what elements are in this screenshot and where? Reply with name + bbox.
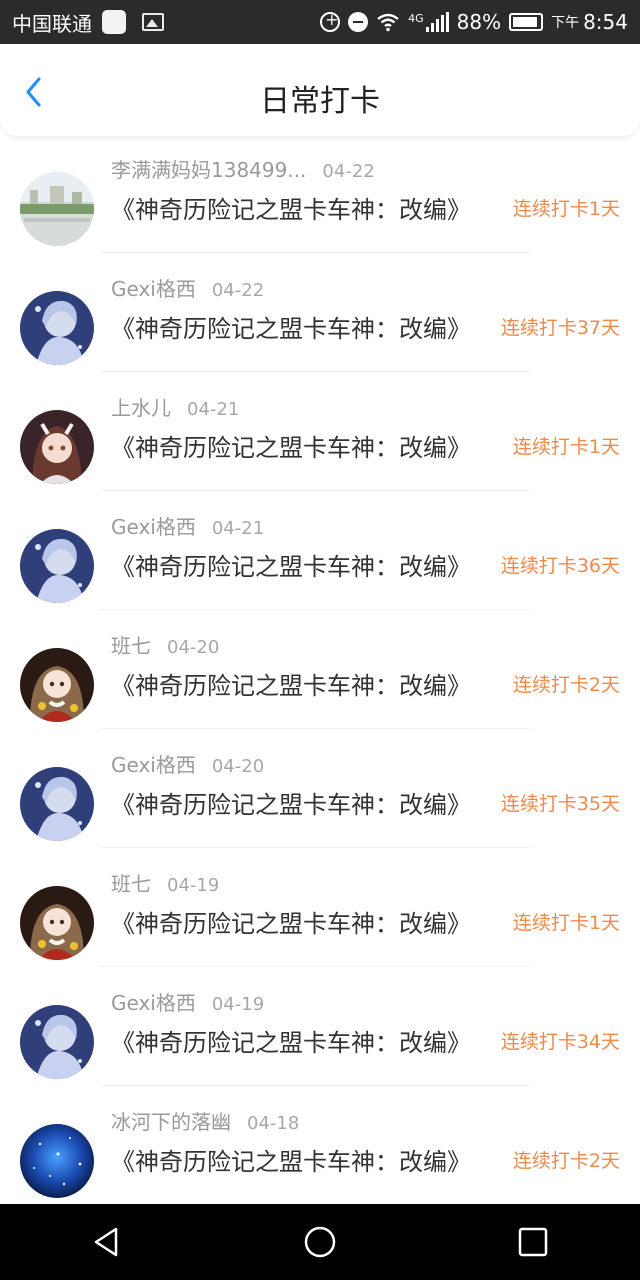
user-name-text: Gexi格西	[111, 753, 196, 777]
status-right: 4G 88% 下午 8:54	[320, 10, 628, 34]
checkin-date: 04-21	[211, 518, 265, 539]
streak-badge: 连续打卡36天	[500, 555, 620, 577]
streak-badge: 连续打卡1天	[512, 436, 620, 458]
avatar[interactable]	[20, 1005, 94, 1079]
checkin-row[interactable]: Gexi格西 04-20 《神奇历险记之盟卡车神：改编》 连续打卡35天	[0, 729, 640, 848]
avatar[interactable]	[20, 172, 94, 246]
checkin-row[interactable]: 班七 04-20 《神奇历险记之盟卡车神：改编》 连续打卡2天	[0, 610, 640, 729]
navigation-bar	[0, 1204, 640, 1280]
streak-badge: 连续打卡2天	[512, 1150, 620, 1172]
checkin-row[interactable]: Gexi格西 04-22 《神奇历险记之盟卡车神：改编》 连续打卡37天	[0, 253, 640, 372]
avatar[interactable]	[20, 529, 94, 603]
user-name: 班七 04-20	[111, 630, 219, 659]
user-name-text: 李满满妈妈138499...	[111, 158, 307, 182]
checkin-title: 《神奇历险记之盟卡车神：改编》	[111, 315, 471, 343]
gallery-notification-icon	[142, 13, 164, 31]
circle-home-icon	[304, 1226, 336, 1258]
user-name-text: Gexi格西	[111, 515, 196, 539]
status-bar: 中国联通 4G 88% 下午 8:54	[0, 0, 640, 44]
streak-badge: 连续打卡37天	[500, 317, 620, 339]
carrier-name: 中国联通	[12, 11, 92, 36]
square-recents-icon	[519, 1227, 548, 1257]
triangle-back-icon	[94, 1227, 117, 1257]
checkin-date: 04-19	[211, 994, 265, 1015]
avatar[interactable]	[20, 648, 94, 722]
user-name-text: 上水儿	[111, 396, 171, 420]
wifi-icon	[377, 13, 399, 32]
app-notification-icon	[102, 10, 126, 34]
status-left: 中国联通	[12, 8, 164, 37]
checkin-title: 《神奇历险记之盟卡车神：改编》	[111, 672, 471, 700]
checkin-date: 04-20	[167, 637, 220, 658]
checkin-date: 04-22	[211, 280, 265, 301]
avatar[interactable]	[20, 291, 94, 365]
checkin-list: 李满满妈妈138499... 04-22 《神奇历险记之盟卡车神：改编》 连续打卡1天…	[0, 136, 640, 1204]
signal-icon	[425, 12, 449, 32]
screen: 中国联通 4G 88% 下午 8:54	[0, 0, 640, 1280]
checkin-title: 《神奇历险记之盟卡车神：改编》	[111, 910, 471, 938]
streak-badge: 连续打卡34天	[500, 1031, 620, 1053]
checkin-date: 04-21	[187, 399, 240, 420]
user-name-text: Gexi格西	[111, 991, 196, 1015]
clock-time: 8:54	[583, 10, 628, 34]
checkin-row[interactable]: 李满满妈妈138499... 04-22 《神奇历险记之盟卡车神：改编》 连续打卡1天	[0, 136, 640, 253]
user-name: Gexi格西 04-20	[111, 749, 264, 778]
checkin-date: 04-19	[167, 875, 220, 896]
nav-back-button[interactable]	[77, 1212, 137, 1272]
checkin-title: 《神奇历险记之盟卡车神：改编》	[111, 1148, 471, 1176]
checkin-row[interactable]: Gexi格西 04-19 《神奇历险记之盟卡车神：改编》 连续打卡34天	[0, 967, 640, 1086]
checkin-title: 《神奇历险记之盟卡车神：改编》	[111, 434, 471, 462]
battery-percent: 88%	[456, 10, 502, 34]
checkin-row[interactable]: 冰河下的落幽 04-18 《神奇历险记之盟卡车神：改编》 连续打卡2天	[0, 1086, 640, 1204]
user-name-text: 班七	[111, 634, 151, 658]
avatar[interactable]	[20, 767, 94, 841]
streak-badge: 连续打卡35天	[500, 793, 620, 815]
streak-badge: 连续打卡2天	[512, 674, 620, 696]
checkin-title: 《神奇历险记之盟卡车神：改编》	[111, 196, 471, 224]
checkin-row[interactable]: Gexi格西 04-21 《神奇历险记之盟卡车神：改编》 连续打卡36天	[0, 491, 640, 610]
user-name: Gexi格西 04-19	[111, 987, 264, 1016]
time-prefix: 下午	[551, 15, 580, 31]
user-name: Gexi格西 04-21	[111, 511, 264, 540]
user-name-text: 班七	[111, 872, 151, 896]
user-name: 班七 04-19	[111, 868, 219, 897]
user-name-text: Gexi格西	[111, 277, 196, 301]
avatar[interactable]	[20, 410, 94, 484]
avatar[interactable]	[20, 886, 94, 960]
data-saver-icon	[320, 10, 341, 32]
user-name: 冰河下的落幽 04-18	[111, 1106, 299, 1135]
page-title: 日常打卡	[260, 84, 380, 119]
checkin-date: 04-22	[322, 161, 375, 182]
checkin-title: 《神奇历险记之盟卡车神：改编》	[111, 1029, 471, 1057]
checkin-date: 04-18	[247, 1113, 300, 1134]
avatar[interactable]	[20, 1124, 94, 1198]
streak-badge: 连续打卡1天	[512, 912, 620, 934]
checkin-date: 04-20	[211, 756, 265, 777]
network-type: 4G	[408, 12, 424, 25]
do-not-disturb-icon	[348, 12, 369, 32]
streak-badge: 连续打卡1天	[512, 198, 620, 220]
checkin-title: 《神奇历险记之盟卡车神：改编》	[111, 791, 471, 819]
checkin-row[interactable]: 班七 04-19 《神奇历险记之盟卡车神：改编》 连续打卡1天	[0, 848, 640, 967]
checkin-title: 《神奇历险记之盟卡车神：改编》	[111, 553, 471, 581]
user-name: 上水儿 04-21	[111, 392, 239, 421]
nav-recents-button[interactable]	[503, 1212, 563, 1272]
battery-icon	[509, 13, 544, 31]
user-name: Gexi格西 04-22	[111, 273, 264, 302]
header: 日常打卡	[0, 44, 640, 136]
user-name: 李满满妈妈138499... 04-22	[111, 154, 375, 183]
checkin-row[interactable]: 上水儿 04-21 《神奇历险记之盟卡车神：改编》 连续打卡1天	[0, 372, 640, 491]
nav-home-button[interactable]	[290, 1212, 350, 1272]
user-name-text: 冰河下的落幽	[111, 1110, 231, 1134]
